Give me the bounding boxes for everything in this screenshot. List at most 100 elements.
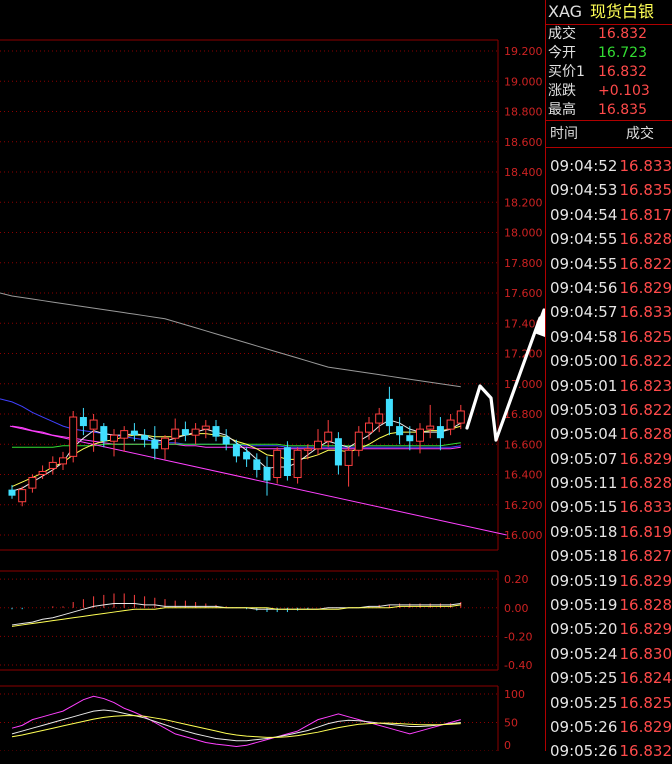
kdj-d-line <box>12 716 461 738</box>
candle-body-down <box>264 467 271 481</box>
quote-sidebar: XAG现货白银 成交16.832今开16.723买价116.832涨跌+0.10… <box>545 0 672 751</box>
tick-row: 09:05:2516.824 <box>546 666 672 690</box>
tick-time: 09:04:52 <box>546 154 620 178</box>
price-tick-label: 18.000 <box>504 227 543 240</box>
candle-body-up <box>345 450 352 465</box>
quote-value: 16.723 <box>598 44 647 63</box>
tick-row: 09:04:5416.817 <box>546 203 672 227</box>
kdj-axis: 100500 <box>504 688 525 751</box>
candle-body-up <box>162 438 169 449</box>
price-tick-label: 18.400 <box>504 166 543 179</box>
price-tick-label: 17.200 <box>504 348 543 361</box>
tick-price: 16.829 <box>620 276 672 300</box>
tick-time: 09:04:53 <box>546 178 620 202</box>
quote-value: 16.832 <box>598 63 647 82</box>
price-tick-label: 17.800 <box>504 257 543 270</box>
candle-body-down <box>213 426 220 437</box>
candle-body-down <box>253 459 260 470</box>
candle-body-down <box>223 437 230 445</box>
tick-time: 09:05:00 <box>546 349 620 373</box>
tick-price: 16.823 <box>620 374 672 398</box>
candle-body-up <box>315 441 322 449</box>
price-tick-label: 16.200 <box>504 499 543 512</box>
tick-list-header: 时间 成交 <box>546 121 672 148</box>
candle-body-up <box>90 420 97 429</box>
macd-tick-label: -0.20 <box>504 630 532 643</box>
chart-panel[interactable]: 19.20019.00018.80018.60018.40018.20018.0… <box>0 0 545 751</box>
trend-channel-line <box>10 426 507 535</box>
tick-price: 16.817 <box>620 203 672 227</box>
candle-body-down <box>437 426 444 438</box>
price-tick-label: 17.000 <box>504 378 543 391</box>
tick-price: 16.829 <box>620 447 672 471</box>
tick-time: 09:05:15 <box>546 495 620 519</box>
candle-body-down <box>141 435 148 440</box>
kdj-tick-label: 50 <box>504 717 518 730</box>
tick-price: 16.822 <box>620 349 672 373</box>
tick-time: 09:05:26 <box>546 715 620 739</box>
tick-row: 09:05:0716.829 <box>546 447 672 471</box>
candle-body-up <box>304 449 311 451</box>
quote-label: 买价1 <box>546 63 598 82</box>
candlesticks <box>9 387 465 506</box>
tick-price: 16.822 <box>620 398 672 422</box>
tick-row: 09:05:1516.833 <box>546 495 672 519</box>
tick-price: 16.828 <box>620 471 672 495</box>
tick-list[interactable]: 09:04:5216.83309:04:5316.83509:04:5416.8… <box>546 148 672 764</box>
tick-row: 09:04:5816.825 <box>546 325 672 349</box>
candle-body-up <box>60 458 67 464</box>
tick-price: 16.828 <box>620 422 672 446</box>
quote-summary: 成交16.832今开16.723买价116.832涨跌+0.103最高16.83… <box>546 25 672 120</box>
tick-price: 16.833 <box>620 154 672 178</box>
tick-row: 09:05:0116.823 <box>546 374 672 398</box>
macd-indicator <box>12 593 461 626</box>
tick-row: 09:05:1916.829 <box>546 569 672 593</box>
quote-label: 成交 <box>546 25 598 44</box>
candle-body-down <box>406 435 413 441</box>
tick-row: 09:05:1916.828 <box>546 593 672 617</box>
kdj-indicator <box>12 696 461 746</box>
instrument-code: XAG <box>548 2 582 21</box>
tick-row: 09:05:0416.828 <box>546 422 672 446</box>
candle-body-up <box>447 420 454 429</box>
kdj-tick-label: 100 <box>504 688 525 701</box>
kdj-j-line <box>12 696 461 746</box>
candle-body-down <box>243 452 250 460</box>
quote-label: 今开 <box>546 44 598 63</box>
tick-price-header: 成交 <box>612 121 654 147</box>
candle-body-up <box>274 450 281 477</box>
tick-price: 16.829 <box>620 617 672 641</box>
ma-line-gray <box>0 293 461 387</box>
candle-body-down <box>335 438 342 465</box>
candle-body-up <box>172 429 179 438</box>
tick-row: 09:05:0316.822 <box>546 398 672 422</box>
candle-body-up <box>111 435 118 441</box>
tick-time: 09:05:25 <box>546 691 620 715</box>
tick-row: 09:05:2616.829 <box>546 715 672 739</box>
tick-price: 16.829 <box>620 715 672 739</box>
candle-body-up <box>355 432 362 450</box>
instrument-title: XAG现货白银 <box>546 0 672 25</box>
price-tick-label: 19.200 <box>504 45 543 58</box>
candle-body-up <box>325 432 332 441</box>
candle-body-down <box>396 426 403 435</box>
candle-body-down <box>131 431 138 436</box>
tick-time: 09:05:18 <box>546 544 620 568</box>
tick-row: 09:05:2416.830 <box>546 642 672 666</box>
candle-body-up <box>376 414 383 423</box>
quote-label: 最高 <box>546 101 598 120</box>
tick-row: 09:04:5516.828 <box>546 227 672 251</box>
price-axis: 19.20019.00018.80018.60018.40018.20018.0… <box>504 45 543 542</box>
tick-row: 09:04:5216.833 <box>546 154 672 178</box>
tick-time: 09:05:24 <box>546 642 620 666</box>
quote-row: 最高16.835 <box>546 101 672 120</box>
tick-price: 16.832 <box>620 739 672 763</box>
kdj-k-line <box>12 710 461 741</box>
tick-time: 09:05:26 <box>546 739 620 763</box>
macd-dea-line <box>12 605 461 626</box>
macd-tick-label: -0.40 <box>504 659 532 672</box>
tick-row: 09:05:1816.819 <box>546 520 672 544</box>
price-tick-label: 16.600 <box>504 438 543 451</box>
tick-row: 09:05:2616.832 <box>546 739 672 763</box>
price-tick-label: 18.800 <box>504 106 543 119</box>
